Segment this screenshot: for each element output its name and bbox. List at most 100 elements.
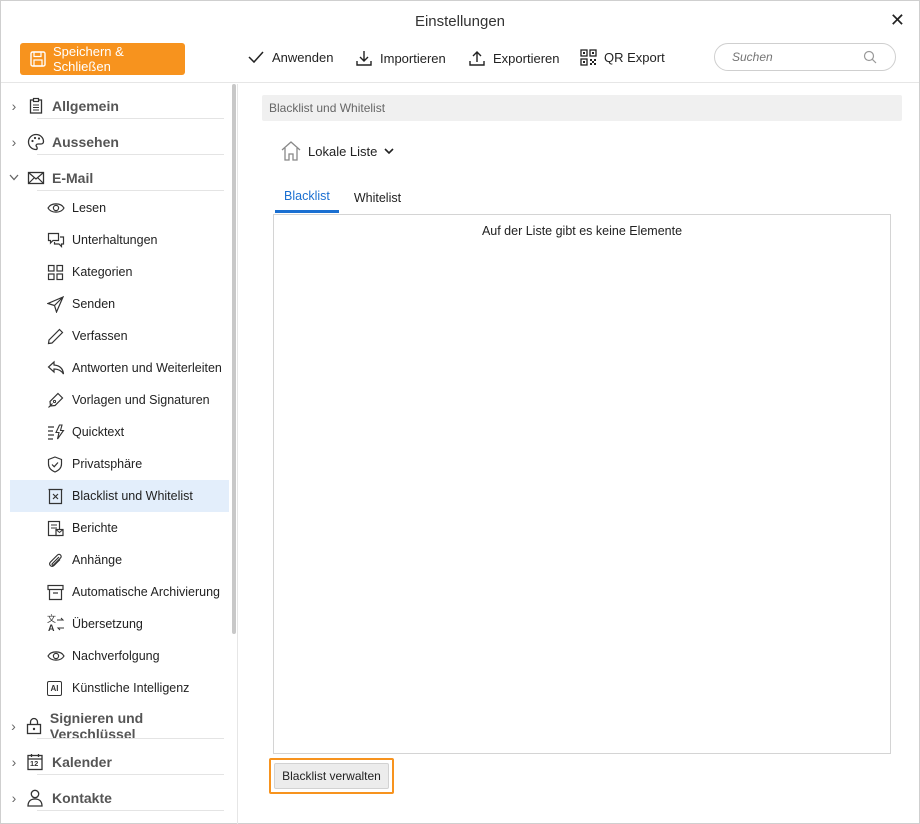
sidebar-item-label: Nachverfolgung xyxy=(72,649,160,663)
export-label: Exportieren xyxy=(493,50,560,66)
divider xyxy=(37,738,224,739)
calendar-day: 12 xyxy=(30,759,39,768)
quicktext-icon xyxy=(47,424,71,440)
sidebar-item-kategorien[interactable]: Kategorien xyxy=(10,256,229,288)
sidebar-item-verfassen[interactable]: Verfassen xyxy=(10,320,229,352)
checkmark-icon xyxy=(247,49,265,65)
calendar-icon: 12 xyxy=(27,753,51,771)
tab-whitelist[interactable]: Whitelist xyxy=(345,182,410,213)
export-button[interactable]: Exportieren xyxy=(468,49,559,67)
settings-sidebar: › Allgemein › Aussehen E-Mail Lesen Unte… xyxy=(1,84,238,824)
tab-blacklist[interactable]: Blacklist xyxy=(275,182,339,213)
sidebar-item-label: Antworten und Weiterleiten xyxy=(72,361,222,375)
palette-icon xyxy=(27,133,51,151)
category-label: Aussehen xyxy=(52,134,119,150)
lock-icon xyxy=(26,717,49,735)
apply-button[interactable]: Anwenden xyxy=(247,49,333,65)
sidebar-item-vorlagen[interactable]: Vorlagen und Signaturen xyxy=(10,384,229,416)
title-bar: Einstellungen ✕ xyxy=(1,1,919,41)
sidebar-item-nachverfolgung[interactable]: Nachverfolgung xyxy=(10,640,229,672)
qr-export-button[interactable]: QR Export xyxy=(580,49,665,66)
settings-window: Einstellungen ✕ Speichern & Schließen An… xyxy=(0,0,920,824)
download-icon xyxy=(355,49,373,67)
archive-icon xyxy=(47,584,71,601)
eye-icon xyxy=(47,201,71,215)
list-selector-dropdown[interactable]: Lokale Liste xyxy=(280,140,395,162)
chevron-right-icon: › xyxy=(11,134,17,150)
qr-code-icon xyxy=(580,49,597,66)
pencil-icon xyxy=(47,328,71,345)
toolbar: Speichern & Schließen Anwenden Importier… xyxy=(1,41,919,83)
sidebar-item-blacklist[interactable]: Blacklist und Whitelist xyxy=(10,480,229,512)
search-input[interactable] xyxy=(732,50,862,64)
blacklist-list[interactable]: Auf der Liste gibt es keine Elemente xyxy=(273,214,891,754)
sidebar-item-quicktext[interactable]: Quicktext xyxy=(10,416,229,448)
sidebar-item-label: Blacklist und Whitelist xyxy=(72,489,193,503)
sidebar-item-berichte[interactable]: Berichte xyxy=(10,512,229,544)
chevron-right-icon: › xyxy=(11,718,16,734)
divider xyxy=(37,190,224,191)
clipboard-icon xyxy=(27,97,51,115)
chat-icon xyxy=(47,232,71,248)
translate-icon: 文 A xyxy=(47,615,71,633)
list-selector-label: Lokale Liste xyxy=(308,143,378,159)
chevron-right-icon: › xyxy=(11,754,17,770)
sidebar-item-ki[interactable]: AI Künstliche Intelligenz xyxy=(10,672,229,704)
search-icon[interactable] xyxy=(863,50,877,64)
shield-icon xyxy=(47,455,71,473)
chevron-down-icon xyxy=(383,146,395,156)
qr-export-label: QR Export xyxy=(604,50,665,65)
divider xyxy=(37,774,224,775)
sidebar-item-label: Berichte xyxy=(72,521,118,535)
divider xyxy=(37,118,224,119)
sidebar-item-archivierung[interactable]: Automatische Archivierung xyxy=(10,576,229,608)
sidebar-item-anhaenge[interactable]: Anhänge xyxy=(10,544,229,576)
sidebar-item-label: Quicktext xyxy=(72,425,125,439)
list-tabs: Blacklist Whitelist xyxy=(275,182,410,213)
sidebar-item-senden[interactable]: Senden xyxy=(10,288,229,320)
sidebar-item-antworten[interactable]: Antworten und Weiterleiten xyxy=(10,352,229,384)
sidebar-item-label: Senden xyxy=(72,297,116,311)
sidebar-item-label: Lesen xyxy=(72,201,107,215)
upload-icon xyxy=(468,49,486,67)
sidebar-item-label: Vorlagen und Signaturen xyxy=(72,393,210,407)
sidebar-item-uebersetzung[interactable]: 文 A Übersetzung xyxy=(10,608,229,640)
person-icon xyxy=(27,789,51,807)
ai-badge: AI xyxy=(47,680,62,696)
sidebar-item-unterhaltungen[interactable]: Unterhaltungen xyxy=(10,224,229,256)
category-label: E-Mail xyxy=(52,170,94,186)
divider xyxy=(37,810,224,811)
sidebar-item-lesen[interactable]: Lesen xyxy=(10,192,229,224)
eye-icon xyxy=(47,649,71,663)
chevron-down-icon xyxy=(1,172,27,184)
save-and-close-button[interactable]: Speichern & Schließen xyxy=(20,43,185,75)
chevron-right-icon: › xyxy=(11,98,17,114)
sidebar-item-label: Kategorien xyxy=(72,265,133,279)
report-icon xyxy=(47,520,71,537)
category-label: Allgemein xyxy=(52,98,119,114)
blacklist-icon xyxy=(47,488,71,505)
sidebar-item-privatsphaere[interactable]: Privatsphäre xyxy=(10,448,229,480)
sidebar-item-label: Automatische Archivierung xyxy=(72,585,220,599)
manage-blacklist-button[interactable]: Blacklist verwalten xyxy=(274,763,389,789)
save-icon xyxy=(29,50,47,68)
sidebar-item-label: Übersetzung xyxy=(72,617,143,631)
category-label: Kontakte xyxy=(52,790,112,806)
search-box xyxy=(714,43,896,71)
import-label: Importieren xyxy=(380,50,446,66)
close-icon[interactable]: ✕ xyxy=(890,10,905,31)
sidebar-scrollbar[interactable] xyxy=(232,84,236,634)
sidebar-item-label: Anhänge xyxy=(72,553,123,567)
paperclip-icon xyxy=(47,552,71,569)
sidebar-item-label: Künstliche Intelligenz xyxy=(72,681,190,695)
mail-icon xyxy=(27,170,51,186)
ai-icon: AI xyxy=(47,680,71,696)
window-title: Einstellungen xyxy=(414,13,506,30)
chevron-right-icon: › xyxy=(11,790,17,806)
import-button[interactable]: Importieren xyxy=(355,49,446,67)
apply-label: Anwenden xyxy=(272,49,334,65)
sidebar-item-label: Privatsphäre xyxy=(72,457,143,471)
sidebar-item-label: Unterhaltungen xyxy=(72,233,158,247)
category-label: Kalender xyxy=(52,754,112,770)
manage-button-highlight: Blacklist verwalten xyxy=(269,758,394,794)
